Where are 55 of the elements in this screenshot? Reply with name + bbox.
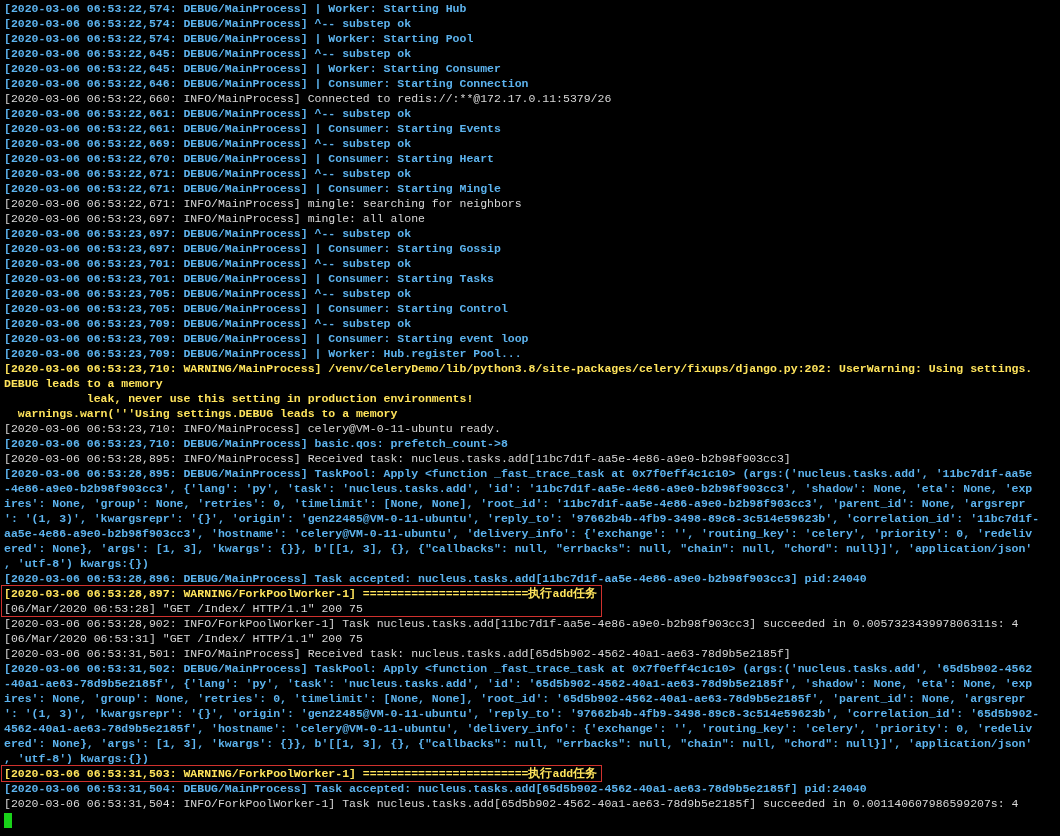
log-line: [2020-03-06 06:53:28,895: DEBUG/MainProcess] TaskPool: Apply <function _fast_trace_task at 0x7f0eff4c1c10> (args:('nucleus.tasks.add', '11bc7d1f-aa5e [4,466,1033,481]
log-line: [2020-03-06 06:53:23,709: DEBUG/MainProcess] | Consumer: Starting event loop [4,331,529,346]
log-line: ires': None, 'group': None, 'retries': 0, 'timelimit': [None, None], 'root_id': '11bc7d1f-aa5e-4e86-a9e0-b2b98f903cc3', 'parent_id': None, 'argsrepr [4,496,1026,511]
log-line: ires': None, 'group': None, 'retries': 0, 'timelimit': [None, None], 'root_id': '65d5b902-4562-40a1-ae63-78d9b5e2185f', 'parent_id': None, 'argsrepr [4,691,1026,706]
log-line: [2020-03-06 06:53:23,705: DEBUG/MainProcess] | Consumer: Starting Control [4,301,508,316]
log-line: [2020-03-06 06:53:28,896: DEBUG/MainProcess] Task accepted: nucleus.tasks.add[11bc7d1f-aa5e-4e86-a9e0-b2b98f903cc3] pid:24040 [4,571,867,586]
log-line: [2020-03-06 06:53:22,669: DEBUG/MainProcess] ^-- substep ok [4,136,412,151]
log-line: -40a1-ae63-78d9b5e2185f', {'lang': 'py', 'task': 'nucleus.tasks.add', 'id': '65d5b902-4562-40a1-ae63-78d9b5e2185f', 'shadow': None, 'eta': None, 'exp [4,676,1033,691]
log-line: ered': None}, 'args': [1, 3], 'kwargs': {}}, b'[[1, 3], {}, {"callbacks": null, "errbacks": null, "chain": null, "chord": null}]', 'application/json' [4,541,1033,556]
log-line: [2020-03-06 06:53:22,661: DEBUG/MainProcess] | Consumer: Starting Events [4,121,501,136]
log-line: [2020-03-06 06:53:22,671: DEBUG/MainProcess] ^-- substep ok [4,166,412,181]
log-line: [2020-03-06 06:53:23,701: DEBUG/MainProcess] ^-- substep ok [4,256,412,271]
log-line: [2020-03-06 06:53:23,710: INFO/MainProcess] celery@VM-0-11-ubuntu ready. [4,421,501,436]
log-line: [2020-03-06 06:53:22,671: INFO/MainProcess] mingle: searching for neighbors [4,196,522,211]
log-line: [2020-03-06 06:53:22,660: INFO/MainProcess] Connected to redis://:**@172.17.0.11:5379/26 [4,91,612,106]
log-line: ': '(1, 3)', 'kwargsrepr': '{}', 'origin': 'gen22485@VM-0-11-ubuntu', 'reply_to': '97662b4b-4fb9-3498-89c8-3c514e59623b', 'correlation_id': '11bc7d1f- [4,511,1040,526]
log-line: [2020-03-06 06:53:23,705: DEBUG/MainProcess] ^-- substep ok [4,286,412,301]
log-line: [2020-03-06 06:53:22,671: DEBUG/MainProcess] | Consumer: Starting Mingle [4,181,501,196]
log-line: [2020-03-06 06:53:31,503: WARNING/ForkPoolWorker-1] ========================执行add任务 [4,766,598,781]
log-line: [2020-03-06 06:53:23,710: WARNING/MainProcess] /venv/CeleryDemo/lib/python3.8/site-packages/celery/fixups/django.py:202: UserWarning: Using settings. [4,361,1033,376]
log-line: [2020-03-06 06:53:22,574: DEBUG/MainProcess] ^-- substep ok [4,16,412,31]
log-line: ered': None}, 'args': [1, 3], 'kwargs': {}}, b'[[1, 3], {}, {"callbacks": null, "errbacks": null, "chain": null, "chord": null}]', 'application/json' [4,736,1033,751]
log-line: , 'utf-8') kwargs:{}) [4,751,149,766]
log-line: [2020-03-06 06:53:22,574: DEBUG/MainProcess] | Worker: Starting Hub [4,1,467,16]
log-line: -4e86-a9e0-b2b98f903cc3', {'lang': 'py', 'task': 'nucleus.tasks.add', 'id': '11bc7d1f-aa5e-4e86-a9e0-b2b98f903cc3', 'shadow': None, 'eta': None, 'exp [4,481,1033,496]
log-line: DEBUG leads to a memory [4,376,163,391]
log-line: leak, never use this setting in production environments! [85,391,474,406]
log-line: , 'utf-8') kwargs:{}) [4,556,149,571]
log-line: 4562-40a1-ae63-78d9b5e2185f', 'hostname': 'celery@VM-0-11-ubuntu', 'delivery_info': {'exchange': '', 'routing_key': 'celery', 'priority': 0, 'redeliv [4,721,1033,736]
log-line: [2020-03-06 06:53:31,502: DEBUG/MainProcess] TaskPool: Apply <function _fast_trace_task at 0x7f0eff4c1c10> (args:('nucleus.tasks.add', '65d5b902-4562 [4,661,1033,676]
log-line: aa5e-4e86-a9e0-b2b98f903cc3', 'hostname': 'celery@VM-0-11-ubuntu', 'delivery_info': {'exchange': '', 'routing_key': 'celery', 'priority': 0, 'redeliv [4,526,1033,541]
log-line: [2020-03-06 06:53:22,661: DEBUG/MainProcess] ^-- substep ok [4,106,412,121]
log-line: [2020-03-06 06:53:22,645: DEBUG/MainProcess] ^-- substep ok [4,46,412,61]
log-line: [2020-03-06 06:53:22,670: DEBUG/MainProcess] | Consumer: Starting Heart [4,151,494,166]
log-line: [2020-03-06 06:53:23,709: DEBUG/MainProcess] ^-- substep ok [4,316,412,331]
log-line: ': '(1, 3)', 'kwargsrepr': '{}', 'origin': 'gen22485@VM-0-11-ubuntu', 'reply_to': '97662b4b-4fb9-3498-89c8-3c514e59623b', 'correlation_id': '65d5b902- [4,706,1040,721]
log-line: [2020-03-06 06:53:28,902: INFO/ForkPoolWorker-1] Task nucleus.tasks.add[11bc7d1f-aa5e-4e86-a9e0-b2b98f903cc3] succeeded in 0.005732343997806311s: 4 [4,616,1019,631]
log-line: [06/Mar/2020 06:53:28] "GET /Index/ HTTP/1.1" 200 75 [4,601,363,616]
log-line: [2020-03-06 06:53:23,697: DEBUG/MainProcess] | Consumer: Starting Gossip [4,241,501,256]
log-line: warnings.warn('''Using settings.DEBUG leads to a memory [16,406,398,421]
log-line: [2020-03-06 06:53:31,501: INFO/MainProcess] Received task: nucleus.tasks.add[65d5b902-4562-40a1-ae63-78d9b5e2185f] [4,646,791,661]
log-line: [2020-03-06 06:53:28,897: WARNING/ForkPoolWorker-1] ========================执行add任务 [4,586,598,601]
log-line: [2020-03-06 06:53:23,710: DEBUG/MainProcess] basic.qos: prefetch_count->8 [4,436,508,451]
log-line: [2020-03-06 06:53:23,701: DEBUG/MainProcess] | Consumer: Starting Tasks [4,271,494,286]
log-line: [2020-03-06 06:53:23,697: DEBUG/MainProcess] ^-- substep ok [4,226,412,241]
log-line: [2020-03-06 06:53:23,697: INFO/MainProcess] mingle: all alone [4,211,425,226]
log-line: [2020-03-06 06:53:31,504: INFO/ForkPoolWorker-1] Task nucleus.tasks.add[65d5b902-4562-40a1-ae63-78d9b5e2185f] succeeded in 0.001140607986599207s: 4 [4,796,1019,811]
log-line: [06/Mar/2020 06:53:31] "GET /Index/ HTTP/1.1" 200 75 [4,631,363,646]
log-line: [2020-03-06 06:53:31,504: DEBUG/MainProcess] Task accepted: nucleus.tasks.add[65d5b902-4562-40a1-ae63-78d9b5e2185f] pid:24040 [4,781,867,796]
log-line: [2020-03-06 06:53:23,709: DEBUG/MainProcess] | Worker: Hub.register Pool... [4,346,522,361]
log-line: [2020-03-06 06:53:22,646: DEBUG/MainProcess] | Consumer: Starting Connection [4,76,529,91]
log-line: [2020-03-06 06:53:28,895: INFO/MainProcess] Received task: nucleus.tasks.add[11bc7d1f-aa5e-4e86-a9e0-b2b98f903cc3] [4,451,791,466]
text-cursor [4,813,12,828]
log-line: [2020-03-06 06:53:22,645: DEBUG/MainProcess] | Worker: Starting Consumer [4,61,501,76]
log-line: [2020-03-06 06:53:22,574: DEBUG/MainProcess] | Worker: Starting Pool [4,31,474,46]
